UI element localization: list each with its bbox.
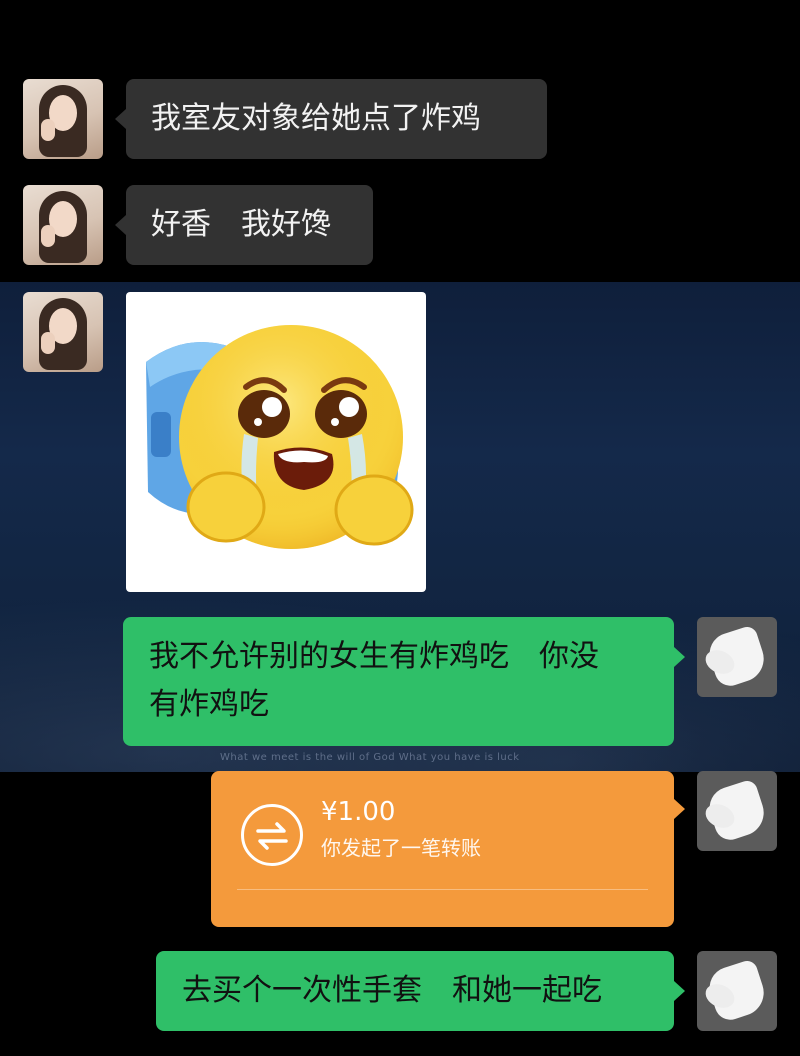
message-text: 我室友对象给她点了炸鸡 — [151, 101, 481, 136]
crying-face-icon — [146, 325, 414, 549]
user-avatar[interactable] — [697, 617, 777, 697]
message-text: 去买个一次性手套 和她一起吃 — [182, 973, 602, 1008]
incoming-message-bubble[interactable]: 好香 我好馋 — [115, 185, 373, 265]
incoming-message-bubble[interactable]: 我室友对象给她点了炸鸡 — [115, 79, 547, 159]
user-avatar[interactable] — [697, 771, 777, 851]
message-text-line: 我不允许别的女生有炸鸡吃 你没 — [149, 639, 599, 674]
user-avatar[interactable] — [697, 951, 777, 1031]
contact-avatar[interactable] — [23, 292, 103, 372]
crying-emoji-sticker[interactable] — [126, 292, 426, 592]
transfer-amount: ¥1.00 — [321, 797, 396, 827]
message-text: 好香 我好馋 — [151, 207, 331, 242]
transfer-description: 你发起了一笔转账 — [321, 836, 481, 860]
background-caption: What we meet is the will of God What you… — [220, 752, 520, 763]
contact-avatar[interactable] — [23, 79, 103, 159]
outgoing-message-bubble[interactable]: 去买个一次性手套 和她一起吃 — [156, 951, 685, 1031]
transfer-card[interactable]: ¥1.00 你发起了一笔转账 — [211, 771, 685, 927]
message-text-line: 有炸鸡吃 — [149, 687, 269, 722]
outgoing-message-bubble[interactable]: 我不允许别的女生有炸鸡吃 你没 有炸鸡吃 — [123, 617, 685, 746]
transfer-divider — [237, 889, 648, 890]
transfer-arrows-icon — [241, 804, 303, 866]
contact-avatar[interactable] — [23, 185, 103, 265]
